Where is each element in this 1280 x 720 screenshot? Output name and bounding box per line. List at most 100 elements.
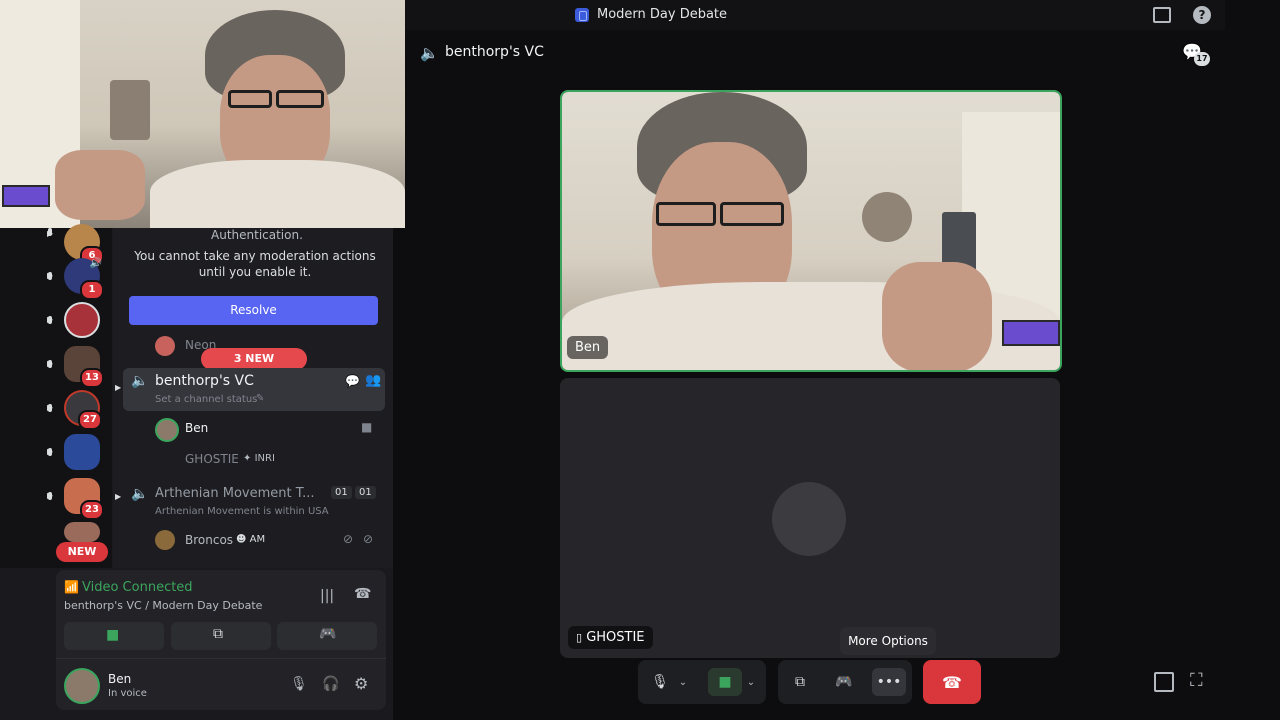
camera-button[interactable]: ■ <box>64 622 164 650</box>
channel-benthorps-vc[interactable]: 🔈 benthorp's VC Set a channel status ✎ 💬… <box>123 368 385 411</box>
speaker-icon: 🔈 <box>131 373 149 389</box>
more-options-button[interactable]: ••• <box>872 668 906 696</box>
server-icon-3[interactable] <box>64 302 100 338</box>
noise-suppression-icon[interactable]: ||| <box>320 588 334 604</box>
auth-title: Authentication. <box>211 228 303 242</box>
collapse-arrow-icon: ▶ <box>47 271 54 280</box>
user-count: 01 <box>331 486 352 499</box>
new-badge[interactable]: NEW <box>56 542 108 562</box>
user-name: GHOSTIE <box>185 452 239 466</box>
video-name-tag: Ben <box>567 336 609 359</box>
activity-button[interactable]: 🎮 <box>277 622 377 650</box>
microphone-icon: 🎙 <box>651 674 669 690</box>
audio-video-controls: 🎙 ⌄ ■ ⌄ <box>638 660 766 704</box>
inbox-icon[interactable] <box>1153 7 1171 23</box>
server-icon-2[interactable]: 🔊 1 <box>64 258 104 300</box>
channel-status[interactable]: Set a channel status <box>155 394 257 405</box>
screen-share-button[interactable]: ⧉ <box>171 622 271 650</box>
disconnect-icon[interactable]: ☎ <box>354 586 371 602</box>
server-list: 6 🔊 1 13 27 23 <box>0 224 112 568</box>
clan-tag: ✦ INRI <box>243 453 275 464</box>
media-controls: ⧉ 🎮 ••• <box>778 660 912 704</box>
mic-options-dropdown[interactable]: ⌄ <box>676 668 690 696</box>
user-limit: 01 <box>355 486 376 499</box>
voice-user-ghostie[interactable]: GHOSTIE ✦ INRI <box>123 450 384 470</box>
video-camera-icon: ■ <box>361 420 373 434</box>
auth-message: You cannot take any moderation actions u… <box>134 249 376 279</box>
muted-mic-icon: ⊘ <box>343 532 354 546</box>
pencil-icon[interactable]: ✎ <box>256 393 264 404</box>
camera-options-dropdown[interactable]: ⌄ <box>744 668 758 696</box>
gear-icon[interactable]: ⚙ <box>354 674 368 693</box>
connection-state[interactable]: Video Connected <box>82 580 193 595</box>
activity-button[interactable]: 🎮 <box>830 668 858 696</box>
chevron-down-icon: ⌄ <box>746 676 756 688</box>
video-tile-ghostie[interactable]: ▯ GHOSTIE <box>560 378 1060 658</box>
user-name: Ben <box>185 421 209 435</box>
avatar <box>155 418 179 442</box>
server-icon-5[interactable]: 27 <box>64 390 102 430</box>
camera-toggle-button[interactable]: ■ <box>708 668 742 696</box>
mobile-icon: ▯ <box>576 631 583 644</box>
user-name: Broncos <box>185 533 234 547</box>
pop-out-icon[interactable] <box>1154 672 1174 692</box>
channel-arthenian-movement[interactable]: 🔈 Arthenian Movement T... Arthenian Move… <box>123 484 384 524</box>
fullscreen-icon[interactable]: ⛶ <box>1190 670 1203 691</box>
server-icon-8[interactable] <box>64 522 100 542</box>
server-badge: 13 <box>80 368 104 388</box>
collapse-arrow-icon: ▶ <box>47 491 54 500</box>
chat-icon[interactable]: 💬 <box>345 374 360 388</box>
video-camera-icon: ■ <box>106 627 120 643</box>
collapse-arrow-icon: ▶ <box>47 359 54 368</box>
phone-hangup-icon: ☎ <box>942 672 962 692</box>
ellipsis-icon: ••• <box>876 674 902 690</box>
video-name-tag: ▯ GHOSTIE <box>568 626 653 649</box>
microphone-icon[interactable]: 🎙 <box>290 676 308 692</box>
speaker-icon: 🔊 <box>89 258 102 269</box>
server-icon-1[interactable]: 6 <box>64 224 104 266</box>
collapse-arrow-icon: ▶ <box>115 383 122 392</box>
clan-tag-text: INRI <box>254 453 275 464</box>
chevron-down-icon: ⌄ <box>678 676 688 688</box>
screen-share-icon: ⧉ <box>213 626 223 642</box>
signal-icon: 📶 <box>64 580 79 594</box>
video-name-text: GHOSTIE <box>586 630 645 645</box>
voice-user-broncos[interactable]: Broncos ☻ AM ⊘ ⊘ <box>123 530 384 552</box>
chat-toggle-button[interactable]: 💬 17 <box>1182 42 1210 68</box>
speaker-icon: 🔈 <box>420 44 439 62</box>
collapse-arrow-icon: ▶ <box>47 403 54 412</box>
headphones-icon[interactable]: 🎧 <box>322 676 339 692</box>
avatar <box>155 336 175 356</box>
chat-badge: 17 <box>1194 52 1210 66</box>
window-title-text: Modern Day Debate <box>597 7 728 22</box>
resolve-button[interactable]: Resolve <box>129 296 378 325</box>
voice-user-ben[interactable]: Ben ■ <box>123 418 384 442</box>
connection-location[interactable]: benthorp's VC / Modern Day Debate <box>64 599 262 612</box>
server-badge: 23 <box>80 500 104 520</box>
leave-call-button[interactable]: ☎ <box>923 660 981 704</box>
gamepad-icon: 🎮 <box>835 674 853 690</box>
clan-tag-text: AM <box>249 534 266 545</box>
divider <box>56 658 386 659</box>
server-badge: 27 <box>78 410 102 430</box>
picture-in-picture-video[interactable] <box>0 0 405 228</box>
user-name: Ben <box>108 672 132 686</box>
collapse-arrow-icon: ▶ <box>47 315 54 324</box>
voice-connection-panel: 📶 Video Connected benthorp's VC / Modern… <box>56 570 386 710</box>
server-icon-4[interactable]: 13 <box>64 346 104 388</box>
video-tile-ben[interactable]: Ben <box>560 90 1062 372</box>
add-user-icon[interactable]: 👥 <box>365 373 381 388</box>
screen-share-button[interactable]: ⧉ <box>786 668 814 696</box>
speaker-icon: 🔈 <box>131 486 149 502</box>
server-icon-7[interactable]: 23 <box>64 478 104 520</box>
voice-channel-title: benthorp's VC <box>445 44 544 60</box>
avatar[interactable] <box>64 668 100 704</box>
server-icon-6[interactable] <box>64 434 100 470</box>
microphone-button[interactable]: 🎙 <box>646 668 674 696</box>
server-logo-icon <box>575 7 589 22</box>
window-title: Modern Day Debate <box>575 7 727 22</box>
mentions-badge[interactable]: 3 NEW MENTIONS <box>201 348 307 387</box>
help-icon[interactable]: ? <box>1193 6 1211 24</box>
screen-share-icon: ⧉ <box>795 674 805 690</box>
collapse-arrow-icon: ▶ <box>47 229 54 238</box>
